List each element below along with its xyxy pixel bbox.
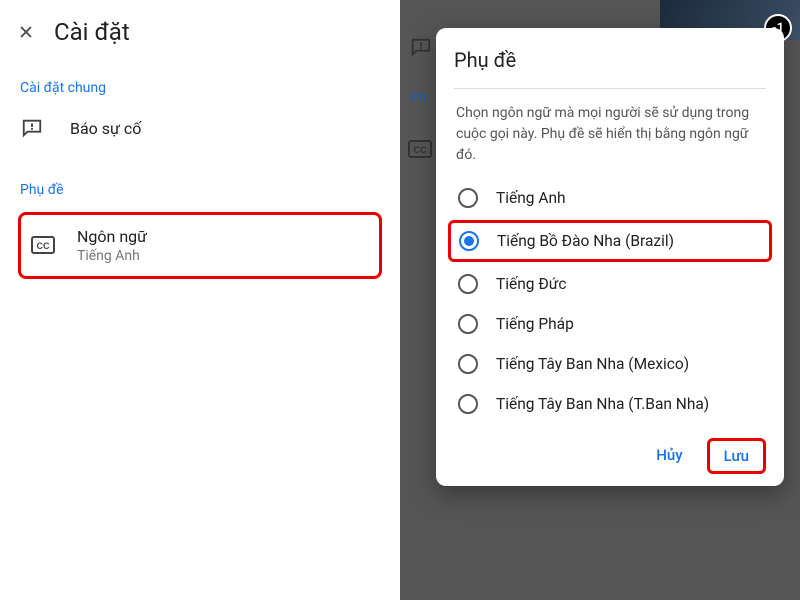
feedback-icon [410,36,432,58]
section-captions-label: Phụ đề [0,154,400,204]
radio-icon [458,274,478,294]
dialog-backdrop: -1 Ph CC Phụ đề Chọn ngôn ngữ mà mọi ngư… [400,0,800,600]
language-option-label: Tiếng Bồ Đào Nha (Brazil) [497,232,674,250]
dialog-title: Phụ đề [454,48,766,89]
language-option-label: Tiếng Pháp [496,315,574,333]
language-option[interactable]: Tiếng Tây Ban Nha (T.Ban Nha) [454,384,766,424]
language-option-label: Tiếng Đức [496,275,566,293]
report-issue-row[interactable]: Báo sự cố [0,102,400,154]
dialog-description: Chọn ngôn ngữ mà mọi người sẽ sử dụng tr… [454,89,766,178]
language-value: Tiếng Anh [77,248,147,264]
section-general-label: Cài đặt chung [0,52,400,102]
report-issue-label: Báo sự cố [70,119,141,138]
radio-icon [458,314,478,334]
radio-icon [458,354,478,374]
language-setting-row[interactable]: CC Ngôn ngữ Tiếng Anh [18,212,382,279]
svg-text:CC: CC [37,241,50,251]
language-radio-group: Tiếng Anh Tiếng Bồ Đào Nha (Brazil) Tiếng … [454,178,766,424]
language-option-label: Tiếng Tây Ban Nha (Mexico) [496,355,689,373]
cc-icon: CC [408,140,432,160]
language-option[interactable]: Tiếng Pháp [454,304,766,344]
close-icon[interactable] [16,22,44,42]
captions-dialog: Phụ đề Chọn ngôn ngữ mà mọi người sẽ sử … [436,28,784,486]
bg-section-label: Ph [410,90,427,106]
feedback-icon [20,116,44,140]
settings-panel: Cài đặt Cài đặt chung Báo sự cố Phụ đề C… [0,0,400,600]
cancel-button[interactable]: Hủy [642,438,696,474]
language-texts: Ngôn ngữ Tiếng Anh [77,227,147,264]
save-button[interactable]: Lưu [707,438,766,474]
settings-header: Cài đặt [0,0,400,52]
language-option-label: Tiếng Tây Ban Nha (T.Ban Nha) [496,395,709,413]
language-option[interactable]: Tiếng Anh [454,178,766,218]
dialog-actions: Hủy Lưu [454,424,766,474]
language-option[interactable]: Tiếng Tây Ban Nha (Mexico) [454,344,766,384]
svg-text:CC: CC [414,145,427,155]
radio-icon [458,188,478,208]
settings-title: Cài đặt [54,18,130,46]
language-option[interactable]: Tiếng Đức [454,264,766,304]
language-option-label: Tiếng Anh [496,189,566,207]
radio-icon [458,394,478,414]
language-title: Ngôn ngữ [77,227,147,246]
radio-icon [459,231,479,251]
language-option[interactable]: Tiếng Bồ Đào Nha (Brazil) [448,220,772,262]
cc-icon: CC [31,234,55,258]
